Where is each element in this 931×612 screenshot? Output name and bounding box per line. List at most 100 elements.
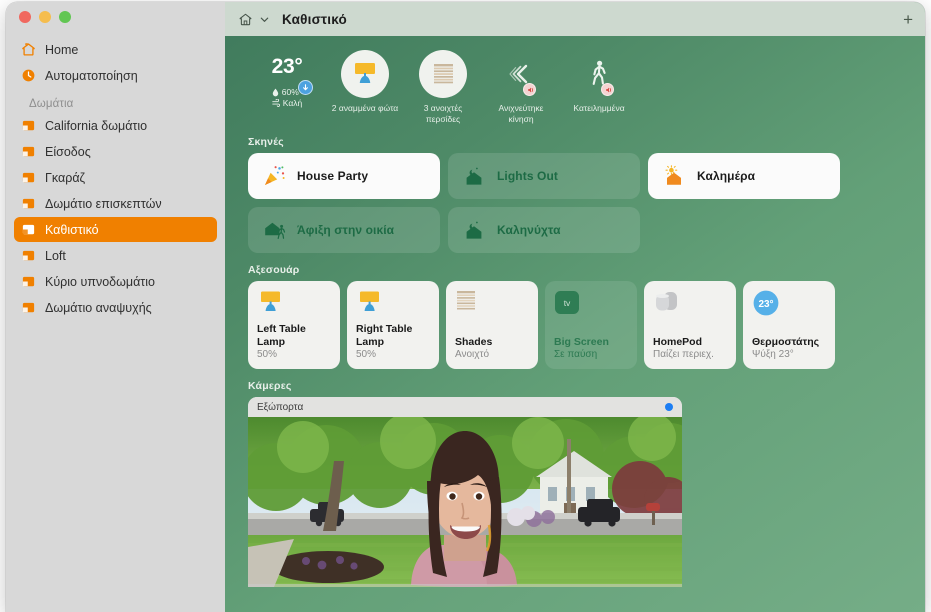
accessory-text: Right Table Lamp 50%: [356, 323, 430, 361]
house-sun-icon: [662, 164, 686, 188]
accessory-state: Παίζει περιεχ.: [653, 348, 727, 361]
accessory-text: Big Screen Σε παύση: [554, 336, 628, 362]
accessory-state: Σε παύση: [554, 348, 628, 361]
scene-label: Καληνύχτα: [497, 223, 561, 237]
air-icon: [272, 99, 280, 108]
lamp-icon: [341, 50, 389, 98]
alert-icon: [523, 83, 536, 96]
accessory-state: Ψύξη 23°: [752, 348, 826, 361]
blinds-icon: [419, 50, 467, 98]
sidebar-list: Home Αυτοματοποίηση Δωμάτια Californi: [6, 32, 225, 320]
minimize-window-button[interactable]: [39, 11, 51, 23]
thermostat-badge-value: 23°: [758, 299, 773, 310]
status-label: Ανιχνεύτηκε κίνηση: [485, 103, 557, 125]
accessory-homepod[interactable]: HomePod Παίζει περιεχ.: [644, 281, 736, 369]
sidebar-item-guest-room[interactable]: Δωμάτιο επισκεπτών: [14, 191, 217, 216]
arrow-down-icon: [298, 80, 313, 95]
room-icon: [21, 144, 36, 159]
status-label: 2 αναμμένα φώτα: [332, 103, 398, 114]
sidebar-item-label: Κύριο υπνοδωμάτιο: [45, 275, 155, 289]
air-quality-value: Καλή: [283, 98, 302, 109]
house-icon: [21, 42, 36, 57]
status-lights[interactable]: 2 αναμμένα φώτα: [326, 48, 404, 114]
sidebar-item-loft[interactable]: Loft: [14, 243, 217, 268]
camera-label: Εξώπορτα: [257, 402, 303, 413]
sidebar-item-label: Δωμάτιο αναψυχής: [45, 301, 152, 315]
lamp-icon: [356, 290, 430, 323]
svg-text:tv: tv: [564, 298, 571, 308]
lamp-icon: [257, 290, 331, 323]
camera-card-front-door[interactable]: Εξώπορτα: [248, 397, 682, 587]
scene-good-morning[interactable]: Καλημέρα: [648, 153, 840, 199]
zoom-window-button[interactable]: [59, 11, 71, 23]
room-icon: [21, 248, 36, 263]
close-window-button[interactable]: [19, 11, 31, 23]
sidebar-item-label: Δωμάτιο επισκεπτών: [45, 197, 162, 211]
status-occupancy[interactable]: Κατειλημμένα: [560, 48, 638, 114]
temperature-value: 23°: [272, 52, 303, 82]
status-strip: 23° 60%: [239, 36, 911, 125]
room-icon: [21, 118, 36, 133]
accessory-right-table-lamp[interactable]: Right Table Lamp 50%: [347, 281, 439, 369]
accessory-name: Θερμοστάτης: [752, 336, 826, 349]
accessory-shades[interactable]: Shades Ανοιχτό: [446, 281, 538, 369]
sidebar-item-living-room[interactable]: Καθιστικό: [14, 217, 217, 242]
scene-arriving-home[interactable]: Άφιξη στην οικία: [248, 207, 440, 253]
sidebar-section-rooms: Δωμάτια: [14, 89, 217, 113]
accessory-state: 50%: [356, 348, 430, 361]
house-icon[interactable]: [238, 12, 253, 27]
main-content: Καθιστικό + 23°: [225, 2, 925, 612]
scene-label: Καλημέρα: [697, 169, 755, 183]
clock-arrow-icon: [21, 68, 36, 83]
scene-label: Lights Out: [497, 169, 558, 183]
camera-header: Εξώπορτα: [248, 397, 682, 417]
scene-label: House Party: [297, 169, 368, 183]
blinds-icon: [455, 290, 529, 324]
sidebar-item-garage[interactable]: Γκαράζ: [14, 165, 217, 190]
house-moon-icon: [462, 218, 486, 242]
status-motion[interactable]: Ανιχνεύτηκε κίνηση: [482, 48, 560, 125]
camera-feed-image[interactable]: [248, 417, 682, 587]
party-popper-icon: [262, 164, 286, 188]
add-accessory-button[interactable]: +: [903, 11, 913, 28]
scene-good-night[interactable]: Καληνύχτα: [448, 207, 640, 253]
accessory-big-screen[interactable]: tv Big Screen Σε παύση: [545, 281, 637, 369]
accessory-text: Left Table Lamp 50%: [257, 323, 331, 361]
status-climate[interactable]: 23° 60%: [248, 48, 326, 109]
room-content: 23° 60%: [225, 36, 925, 612]
window-traffic-lights: [6, 2, 225, 32]
sidebar-item-label: Loft: [45, 249, 66, 263]
house-moon-icon: [462, 164, 486, 188]
scene-lights-out[interactable]: Lights Out: [448, 153, 640, 199]
sidebar-item-california-room[interactable]: California δωμάτιο: [14, 113, 217, 138]
section-header-scenes: Σκηνές: [248, 136, 911, 148]
sidebar-item-entrance[interactable]: Είσοδος: [14, 139, 217, 164]
walking-person-icon: [575, 50, 623, 98]
status-label: Κατειλημμένα: [573, 103, 624, 114]
accessory-thermostat[interactable]: 23° Θερμοστάτης Ψύξη 23°: [743, 281, 835, 369]
homepod-icon: [653, 290, 727, 324]
sidebar-item-recreation-room[interactable]: Δωμάτιο αναψυχής: [14, 295, 217, 320]
app-root: Home Αυτοματοποίηση Δωμάτια Californi: [0, 0, 931, 612]
chevron-down-icon[interactable]: [259, 14, 270, 25]
apple-tv-icon: tv: [554, 290, 628, 324]
sidebar-item-automation[interactable]: Αυτοματοποίηση: [14, 63, 217, 88]
sidebar-item-label: California δωμάτιο: [45, 119, 147, 133]
sidebar-item-label: Γκαράζ: [45, 171, 85, 185]
sidebar-item-label: Home: [45, 43, 78, 57]
toolbar: Καθιστικό +: [225, 2, 925, 36]
humidity-value: 60%: [282, 87, 299, 98]
status-label: 3 ανοιχτές περσίδες: [407, 103, 479, 125]
accessory-left-table-lamp[interactable]: Left Table Lamp 50%: [248, 281, 340, 369]
room-icon: [21, 222, 36, 237]
room-icon: [21, 274, 36, 289]
accessory-name: Left Table Lamp: [257, 323, 331, 348]
page-title: Καθιστικό: [282, 12, 347, 27]
sidebar-item-home[interactable]: Home: [14, 37, 217, 62]
scene-house-party[interactable]: House Party: [248, 153, 440, 199]
sidebar-item-main-bedroom[interactable]: Κύριο υπνοδωμάτιο: [14, 269, 217, 294]
room-icon: [21, 196, 36, 211]
thermostat-icon: 23°: [752, 290, 826, 324]
status-blinds[interactable]: 3 ανοιχτές περσίδες: [404, 48, 482, 125]
live-indicator-icon: [665, 403, 673, 411]
